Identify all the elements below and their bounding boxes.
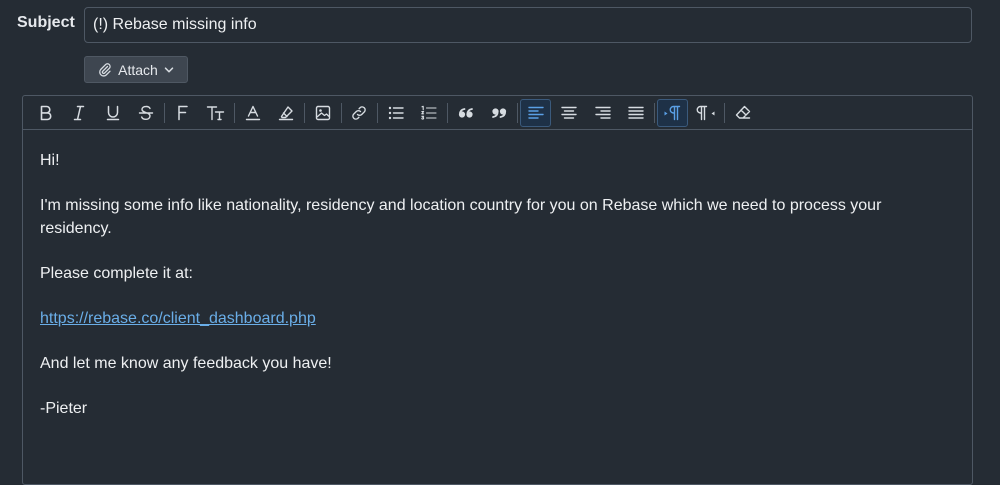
numbered-list-icon xyxy=(421,105,437,120)
insert-link-button[interactable] xyxy=(344,99,375,127)
quote-close-icon xyxy=(492,107,507,118)
align-right-icon xyxy=(594,106,611,119)
font-family-button[interactable] xyxy=(167,99,198,127)
justify-button[interactable] xyxy=(621,99,652,127)
strikethrough-icon xyxy=(138,105,154,120)
body-paragraph: And let me know any feedback you have! xyxy=(40,354,332,372)
highlight-button[interactable] xyxy=(271,99,302,127)
align-left-icon xyxy=(527,106,544,119)
ltr-button[interactable] xyxy=(657,98,688,127)
message-body[interactable]: Hi! I'm missing some info like nationali… xyxy=(23,130,972,420)
toolbar-divider xyxy=(654,102,655,123)
toolbar-divider xyxy=(724,102,725,123)
message-editor: Hi! I'm missing some info like nationali… xyxy=(22,95,973,485)
toolbar-divider xyxy=(447,102,448,123)
formatting-toolbar xyxy=(23,96,972,130)
italic-icon xyxy=(73,105,85,120)
text-color-icon xyxy=(245,105,260,120)
body-paragraph: I'm missing some info like nationality, … xyxy=(40,197,882,237)
highlighter-icon xyxy=(278,105,294,120)
attach-label: Attach xyxy=(118,61,158,78)
bold-button[interactable] xyxy=(30,99,61,127)
bullet-list-icon xyxy=(388,106,404,119)
rtl-button[interactable] xyxy=(691,99,722,127)
subject-input[interactable] xyxy=(84,7,972,43)
image-icon xyxy=(315,105,330,120)
font-family-icon xyxy=(177,105,188,120)
font-size-button[interactable] xyxy=(201,99,232,127)
toolbar-divider xyxy=(377,102,378,123)
paperclip-icon xyxy=(98,62,112,77)
toolbar-divider xyxy=(234,102,235,123)
numbered-list-button[interactable] xyxy=(414,99,445,127)
align-center-button[interactable] xyxy=(554,99,585,127)
signature-text: -Pieter xyxy=(40,399,88,417)
insert-image-button[interactable] xyxy=(307,99,338,127)
bold-icon xyxy=(40,105,51,120)
toolbar-divider xyxy=(340,102,342,123)
font-size-icon xyxy=(206,105,225,120)
strikethrough-button[interactable] xyxy=(131,99,162,127)
text-color-button[interactable] xyxy=(237,99,268,127)
quote-open-button[interactable] xyxy=(450,99,481,127)
align-left-button[interactable] xyxy=(520,98,551,127)
rtl-icon xyxy=(696,105,715,120)
ltr-icon xyxy=(664,105,680,120)
greeting-text: Hi! xyxy=(40,152,60,169)
body-paragraph: Please complete it at: xyxy=(40,264,193,282)
toolbar-divider xyxy=(164,102,165,123)
subject-label: Subject xyxy=(17,14,75,31)
quote-close-button[interactable] xyxy=(484,99,515,127)
chevron-down-icon xyxy=(164,65,174,75)
toolbar-divider xyxy=(304,102,305,123)
underline-button[interactable] xyxy=(97,99,128,127)
dashboard-link[interactable]: https://rebase.co/client_dashboard.php xyxy=(40,310,316,327)
bullet-list-button[interactable] xyxy=(380,99,411,127)
link-paragraph: https://rebase.co/client_dashboard.php xyxy=(40,308,954,331)
eraser-icon xyxy=(735,105,750,119)
quote-open-icon xyxy=(458,107,473,118)
clear-formatting-button[interactable] xyxy=(727,99,758,127)
italic-button[interactable] xyxy=(64,99,95,127)
link-icon xyxy=(352,105,366,120)
attach-button[interactable]: Attach xyxy=(84,56,188,83)
align-right-button[interactable] xyxy=(587,99,618,127)
toolbar-divider xyxy=(517,102,518,123)
align-justify-icon xyxy=(628,106,644,119)
align-center-icon xyxy=(561,106,577,119)
underline-icon xyxy=(106,105,119,120)
